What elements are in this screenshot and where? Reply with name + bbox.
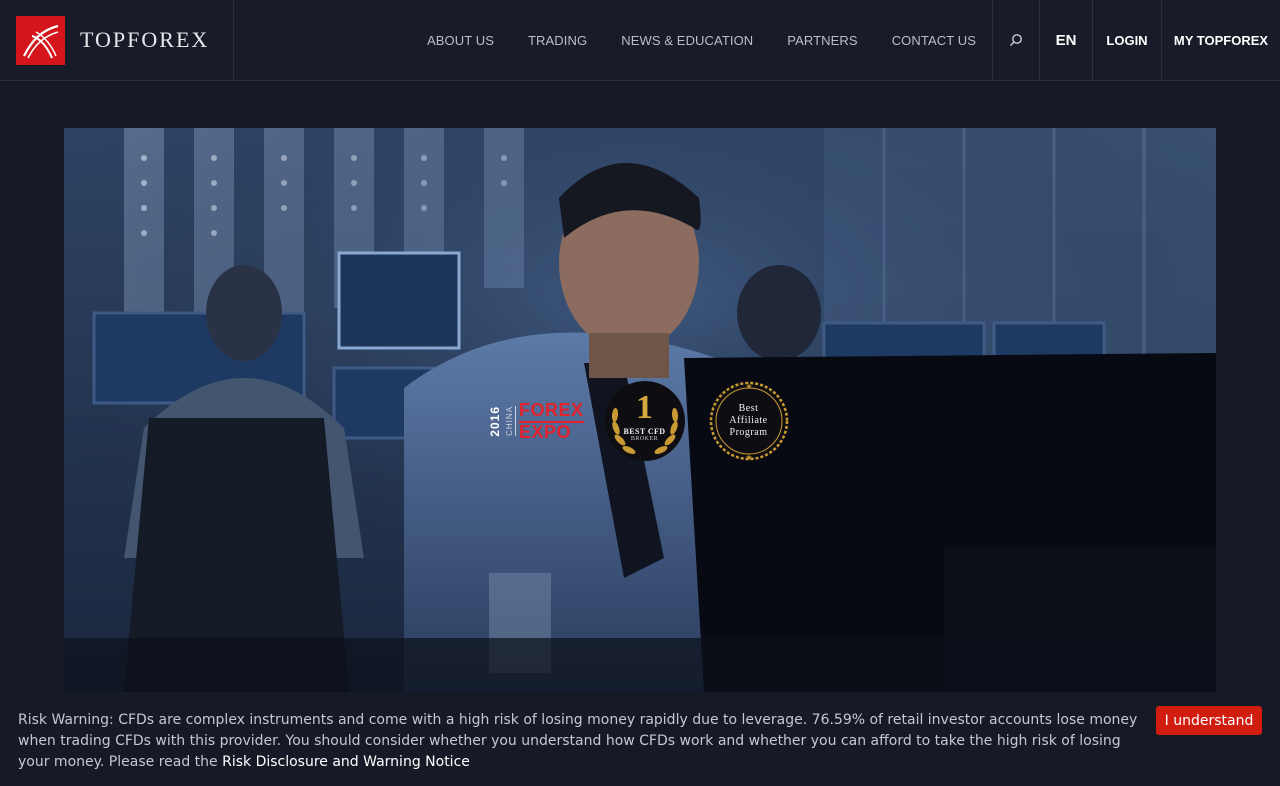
site-header: TOPFOREX ABOUT US TRADING NEWS & EDUCATI… xyxy=(0,0,1280,81)
nav-item-contact-us[interactable]: CONTACT US xyxy=(892,33,976,48)
risk-warning-text: Risk Warning: CFDs are complex instrumen… xyxy=(18,710,1153,773)
main-nav: ABOUT US TRADING NEWS & EDUCATION PARTNE… xyxy=(234,0,992,80)
awards-row: 2016 CHINA FOREX EXPO 1 BEST CFD BROKER … xyxy=(488,378,792,464)
search-button[interactable] xyxy=(992,0,1039,80)
best-cfd-broker-badge: 1 BEST CFD BROKER xyxy=(602,378,688,464)
nav-item-news-education[interactable]: NEWS & EDUCATION xyxy=(621,33,753,48)
forex-expo-badge: 2016 CHINA FOREX EXPO xyxy=(488,396,584,446)
badge-line2: Affiliate xyxy=(729,415,768,426)
badge-line1: BEST CFD xyxy=(623,426,666,436)
nav-item-partners[interactable]: PARTNERS xyxy=(787,33,857,48)
expo-title-line2: EXPO xyxy=(519,421,572,442)
badge-line1: Best xyxy=(738,403,759,414)
login-link[interactable]: LOGIN xyxy=(1092,0,1161,80)
risk-warning-body: Risk Warning: CFDs are complex instrumen… xyxy=(18,712,1138,770)
expo-country: CHINA xyxy=(505,406,516,436)
my-topforex-link[interactable]: MY TOPFOREX xyxy=(1161,0,1280,80)
badge-line3: Program xyxy=(729,427,768,438)
risk-disclosure-link[interactable]: Risk Disclosure and Warning Notice xyxy=(222,754,470,770)
expo-title: FOREX EXPO xyxy=(519,400,584,442)
topforex-logo-icon xyxy=(16,15,65,65)
best-affiliate-program-badge: ★ ★ Best Affiliate Program xyxy=(706,378,792,464)
risk-warning-bar: Risk Warning: CFDs are complex instrumen… xyxy=(0,700,1280,786)
language-selector[interactable]: EN xyxy=(1039,0,1092,80)
nav-item-about-us[interactable]: ABOUT US xyxy=(427,33,494,48)
badge-line2: BROKER xyxy=(630,435,659,442)
badge-number: 1 xyxy=(636,388,654,426)
i-understand-button[interactable]: I understand xyxy=(1156,706,1262,735)
brand-name: TOPFOREX xyxy=(80,27,210,52)
expo-year: 2016 xyxy=(488,405,502,437)
brand-logo-link[interactable]: TOPFOREX xyxy=(0,0,234,80)
expo-title-line1: FOREX xyxy=(519,400,584,423)
hero-banner: 2016 CHINA FOREX EXPO 1 BEST CFD BROKER … xyxy=(64,128,1216,692)
search-icon xyxy=(1010,34,1022,46)
nav-item-trading[interactable]: TRADING xyxy=(528,33,587,48)
